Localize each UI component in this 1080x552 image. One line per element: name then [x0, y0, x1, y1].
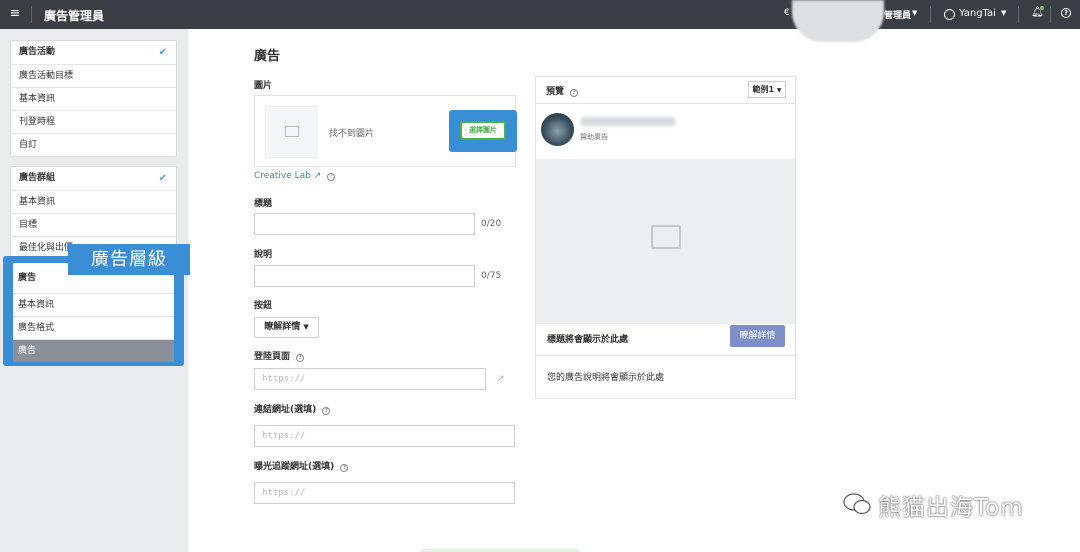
- sidebar-item-schedule[interactable]: 刊登時程: [11, 110, 176, 133]
- button-label: 按鈕: [254, 301, 273, 311]
- app-title: 廣告管理員: [44, 9, 105, 23]
- cta-dropdown-value: 瞭解詳情: [264, 322, 301, 332]
- sidebar-item-campaign[interactable]: 廣告活動 ✔: [11, 41, 176, 64]
- headline-placeholder: 標題將會顯示於此處: [547, 335, 629, 345]
- user-icon[interactable]: [944, 9, 955, 20]
- sidebar-item-basic-info[interactable]: 基本資訊: [11, 190, 176, 213]
- chevron-down-icon: ▼: [303, 323, 309, 331]
- link-url-label: 連結網址(選填) ?: [254, 402, 331, 415]
- checkmark-icon: ✔: [158, 47, 167, 58]
- link-url-label-text: 連結網址(選填): [254, 405, 317, 415]
- description-counter: 0/75: [481, 271, 502, 281]
- creative-lab-link[interactable]: Creative Lab ↗ ?: [254, 171, 336, 181]
- topbar-divider: [930, 6, 931, 23]
- topbar-divider: [1050, 6, 1051, 23]
- learn-more-button[interactable]: 瞭解詳情: [730, 325, 785, 347]
- avatar: [541, 113, 574, 146]
- landing-page-label-text: 登陸頁面: [254, 352, 291, 362]
- divider: [536, 355, 795, 356]
- description-placeholder: 您的廣告說明將會顯示於此處: [547, 373, 665, 383]
- sponsored-text: 贊助廣告: [580, 133, 608, 141]
- example-select[interactable]: 範例1 ▼: [748, 81, 786, 98]
- landing-page-label: 登陸頁面 ?: [254, 349, 305, 362]
- chevron-down-icon[interactable]: ▼: [912, 9, 917, 17]
- help-icon[interactable]: ?: [322, 407, 331, 415]
- landing-page-input[interactable]: https://: [254, 368, 486, 390]
- external-link-icon: ↗: [313, 171, 322, 181]
- user-menu[interactable]: YangTai: [959, 8, 996, 19]
- image-icon: [651, 225, 681, 249]
- external-link-icon[interactable]: ↗: [497, 374, 505, 384]
- creative-lab-label[interactable]: Creative Lab: [254, 171, 311, 181]
- sidebar-item-label: 廣告活動: [19, 47, 56, 57]
- sidebar-item-adset[interactable]: 廣告群組 ✔: [11, 167, 176, 190]
- help-icon[interactable]: ?: [340, 464, 349, 472]
- nav-group-ad: 廣告 基本資訊 廣告格式 廣告: [13, 263, 174, 362]
- account-switcher[interactable]: 管理員: [884, 8, 911, 21]
- image-placeholder: [265, 106, 317, 158]
- chevron-down-icon: ▼: [776, 87, 782, 94]
- sidebar-item-campaign-objective[interactable]: 廣告活動目標: [11, 64, 176, 87]
- page-title: 廣告: [254, 49, 281, 64]
- divider: [536, 103, 795, 104]
- ad-level-annotation: 廣告層級: [68, 244, 190, 275]
- help-icon[interactable]: ?: [1061, 8, 1071, 18]
- account-prefix: €: [784, 8, 790, 18]
- checkmark-icon: ✔: [158, 173, 167, 184]
- wechat-icon: [843, 493, 871, 515]
- notification-dot: [1040, 6, 1044, 10]
- description-input[interactable]: [254, 265, 475, 287]
- topbar-divider: [31, 6, 32, 23]
- tracking-url-label-text: 曝光追蹤網址(選填): [254, 462, 335, 472]
- sidebar-item-ad-format[interactable]: 廣告格式: [13, 316, 174, 339]
- sidebar-item-targeting[interactable]: 目標: [11, 213, 176, 236]
- sidebar-item-basic-info[interactable]: 基本資訊: [13, 293, 174, 316]
- headline-input[interactable]: [254, 213, 475, 235]
- tracking-url-input[interactable]: https://: [254, 482, 515, 504]
- sidebar-item-label: 廣告群組: [19, 173, 56, 183]
- no-image-text: 找不到圖片: [329, 129, 375, 139]
- ad-preview-panel: 預覽 ? 範例1 ▼ 贊助廣告 標題將會顯示於此處 瞭解詳情 您的廣告說明將會顯…: [535, 76, 796, 399]
- preview-label: 預覽 ?: [546, 84, 579, 97]
- sidebar-item-basic-info[interactable]: 基本資訊: [11, 87, 176, 110]
- tracking-url-label: 曝光追蹤網址(選填) ?: [254, 459, 349, 472]
- watermark-text: 熊猫出海Tom: [878, 495, 1024, 521]
- sidebar-item-ad-active[interactable]: 廣告: [13, 339, 174, 362]
- cta-dropdown[interactable]: 瞭解詳情 ▼: [254, 317, 319, 338]
- headline-counter: 0/20: [481, 219, 502, 229]
- chevron-down-icon[interactable]: ▼: [1001, 9, 1006, 17]
- topbar-divider: [1018, 6, 1019, 23]
- choose-image-button[interactable]: 選擇圖片: [460, 121, 506, 140]
- redacted-page-name: [580, 117, 676, 126]
- help-icon[interactable]: ?: [570, 89, 579, 97]
- redacted-account-area: [792, 0, 884, 42]
- top-bar: ≡ 廣告管理員 € 管理員 ▼ YangTai ▼ 🔔︎ ?: [0, 0, 1080, 42]
- link-url-input[interactable]: https://: [254, 425, 515, 447]
- help-icon[interactable]: ?: [327, 173, 336, 181]
- image-label: 圖片: [254, 81, 273, 91]
- example-select-value: 範例1: [752, 85, 775, 94]
- sidebar-item-custom[interactable]: 自訂: [11, 133, 176, 156]
- nav-group-campaign: 廣告活動 ✔ 廣告活動目標 基本資訊 刊登時程 自訂: [10, 40, 177, 157]
- headline-label: 標題: [254, 199, 273, 209]
- preview-label-text: 預覽: [546, 87, 565, 97]
- preview-image-area: [536, 159, 795, 324]
- help-icon[interactable]: ?: [296, 354, 305, 362]
- hamburger-menu-icon[interactable]: ≡: [9, 7, 21, 21]
- description-label: 說明: [254, 250, 273, 260]
- image-icon: [285, 126, 299, 137]
